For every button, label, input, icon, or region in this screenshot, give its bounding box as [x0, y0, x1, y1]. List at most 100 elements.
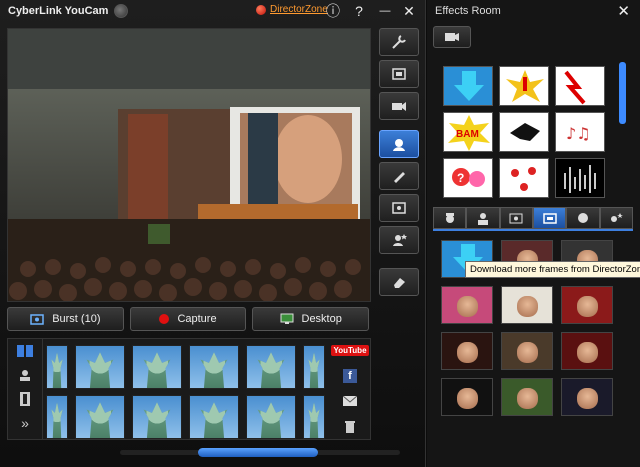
capture-button-row: Burst (10) Capture Desktop [7, 307, 370, 331]
thumbnail[interactable] [75, 395, 125, 439]
eraser-icon [394, 278, 405, 288]
effect-grid: BAM ♪♫ ? [443, 66, 613, 198]
frame-tile[interactable] [501, 332, 553, 370]
pen-icon [394, 172, 405, 183]
library-controls: » [8, 339, 43, 439]
face-effects-button[interactable] [379, 130, 419, 158]
burst-button[interactable]: Burst (10) [7, 307, 124, 331]
camera-preview[interactable] [7, 28, 371, 302]
thumbnail[interactable] [46, 395, 68, 439]
effects-scrollbar[interactable] [619, 62, 626, 124]
camera-icon [30, 314, 44, 325]
download-effects-tile[interactable] [443, 66, 493, 106]
webcam-button[interactable] [379, 92, 419, 120]
effect-tile[interactable] [499, 112, 549, 152]
effects-room-title: Effects Room [435, 5, 501, 17]
library-scrollbar[interactable] [198, 448, 318, 457]
tab-face-accessories[interactable] [433, 207, 467, 229]
effect-tile[interactable] [555, 66, 605, 106]
avatar-icon [477, 213, 488, 225]
effect-tile[interactable]: ♪♫ [555, 112, 605, 152]
minimize-button[interactable]: — [376, 2, 394, 20]
tab-filters[interactable] [499, 207, 533, 229]
effects-room-panel: Effects Room ✕ BAM ♪♫ ? Download more fr… [427, 0, 640, 467]
face-effects-icon [393, 139, 405, 151]
thumbnail-grid [46, 345, 332, 439]
directorzone-link-group[interactable]: DirectorZone [256, 4, 328, 15]
thumbnail[interactable] [303, 345, 325, 389]
thumbnail[interactable] [303, 395, 325, 439]
face-accessory-icon [445, 213, 454, 223]
person-icon [20, 370, 30, 381]
wrench-icon [392, 35, 406, 49]
help-icon[interactable]: ? [350, 2, 368, 20]
frame-effect-icon [392, 202, 406, 214]
camera-category-button[interactable] [433, 26, 471, 48]
capture-button[interactable]: Capture [129, 307, 247, 331]
frame-tile[interactable] [501, 286, 553, 324]
facebook-icon[interactable]: f [343, 369, 357, 384]
avatar-icon [393, 234, 407, 246]
directorzone-link[interactable]: DirectorZone [270, 4, 328, 15]
close-button[interactable]: ✕ [400, 2, 418, 20]
fullscreen-button[interactable] [379, 60, 419, 88]
draw-button[interactable] [379, 162, 419, 190]
effect-tile[interactable]: BAM [443, 112, 493, 152]
eraser-button[interactable] [379, 268, 419, 296]
frame-tile[interactable] [441, 332, 493, 370]
thumbnail[interactable] [132, 395, 182, 439]
tool-column [379, 28, 419, 300]
frame-tile[interactable] [561, 286, 613, 324]
view-mode-button[interactable] [8, 339, 42, 363]
svg-text:?: ? [457, 171, 464, 185]
effects-tabs [433, 207, 633, 231]
youcam-main-window: CyberLink YouCam DirectorZone ⓘ ? — ✕ Bu… [0, 0, 426, 467]
smiley-icon [577, 213, 588, 223]
tab-particles[interactable] [599, 207, 633, 229]
thumbnail[interactable] [75, 345, 125, 389]
expand-icon[interactable]: » [8, 411, 42, 435]
tab-frames[interactable] [532, 207, 567, 229]
tab-avatars[interactable] [466, 207, 500, 229]
thumbnail[interactable] [46, 345, 68, 389]
record-icon [159, 314, 170, 324]
info-icon[interactable]: ⓘ [324, 2, 342, 20]
app-title: CyberLink YouCam [8, 5, 109, 17]
frame-tile[interactable] [501, 378, 553, 416]
effects-close-button[interactable]: ✕ [617, 2, 630, 20]
grid-view-icon [17, 345, 33, 357]
music-notes-effect-icon: ♪♫ [566, 124, 591, 143]
effect-tile[interactable] [555, 158, 605, 198]
burst-label: Burst (10) [52, 313, 101, 325]
thumbnail[interactable] [189, 345, 239, 389]
frame-effect-button[interactable] [379, 194, 419, 222]
tab-emotions[interactable] [566, 207, 600, 229]
effect-tile[interactable]: ? [443, 158, 493, 198]
trash-icon[interactable] [344, 419, 356, 433]
download-arrow-icon [454, 71, 484, 101]
frame-tile[interactable] [561, 378, 613, 416]
filter-icon [509, 213, 523, 224]
frame-icon [392, 68, 406, 80]
thumbnail[interactable] [246, 395, 296, 439]
photo-filter-button[interactable] [8, 363, 42, 387]
effect-tile[interactable] [499, 158, 549, 198]
youtube-button[interactable]: YouTube [331, 345, 369, 357]
email-icon[interactable] [343, 395, 357, 406]
desktop-button[interactable]: Desktop [252, 307, 370, 331]
thumbnail[interactable] [246, 345, 296, 389]
thumbnail[interactable] [189, 395, 239, 439]
effect-tile[interactable] [499, 66, 549, 106]
avatar-button[interactable] [379, 226, 419, 254]
frame-tile[interactable] [441, 378, 493, 416]
thumbnail[interactable] [132, 345, 182, 389]
frame-tile[interactable] [561, 332, 613, 370]
share-panel: YouTube f [331, 339, 369, 439]
hearts-effect-icon [511, 167, 536, 191]
video-filter-button[interactable] [8, 387, 42, 411]
power-icon[interactable] [114, 4, 129, 18]
bam-effect-icon: BAM [448, 115, 490, 151]
frame-tile[interactable] [441, 286, 493, 324]
settings-button[interactable] [379, 28, 419, 56]
equalizer-effect-icon [564, 165, 596, 193]
